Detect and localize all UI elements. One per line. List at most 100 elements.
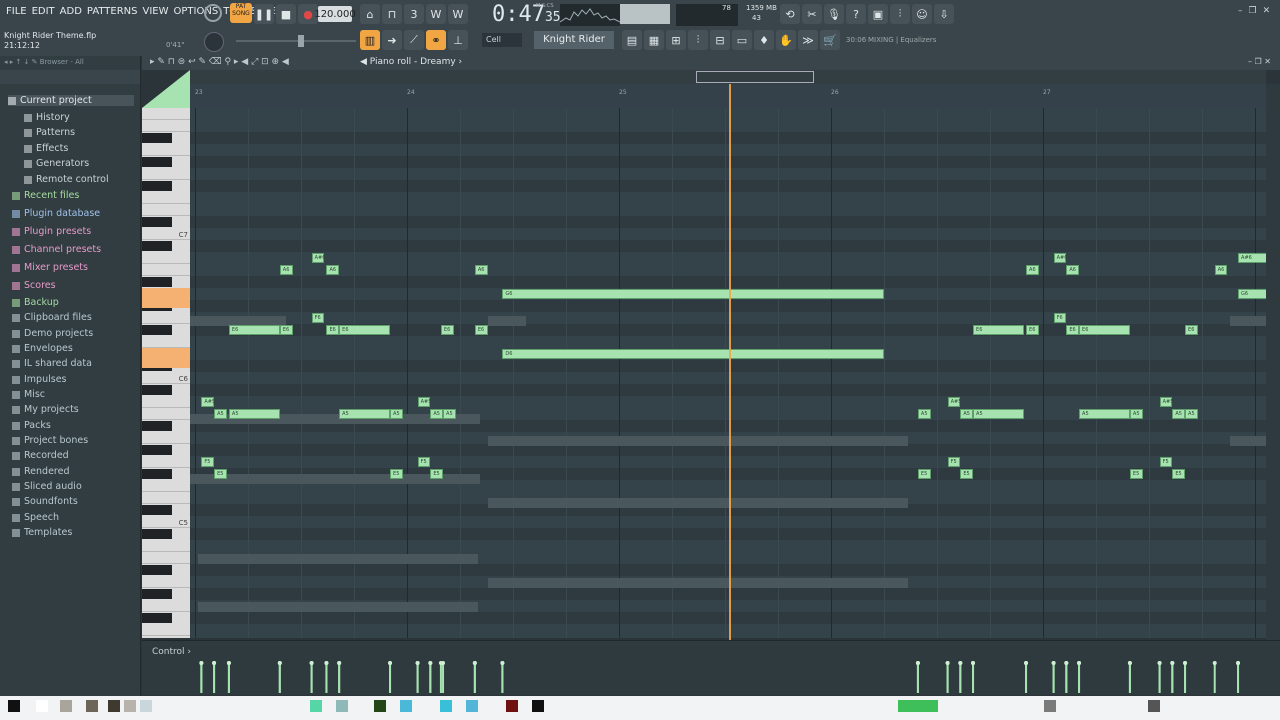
highlighted-key[interactable]	[142, 348, 190, 368]
plugin-picker-button[interactable]: ⊟	[710, 30, 730, 50]
note[interactable]: A#6	[1238, 253, 1266, 263]
close-icon[interactable]: ✕	[1263, 6, 1271, 16]
black-key[interactable]	[142, 505, 172, 515]
maximize-icon[interactable]: ❐	[1255, 57, 1262, 66]
pianoroll-window-button[interactable]: ⊞	[666, 30, 686, 50]
tempo-tapper-button[interactable]: ≫	[798, 30, 818, 50]
pat-song-toggle[interactable]: PAT SONG	[230, 3, 252, 23]
browser-item[interactable]: Speech	[12, 512, 59, 523]
note[interactable]: A5	[1129, 409, 1143, 419]
note[interactable]: A5	[1185, 409, 1198, 419]
note[interactable]: A#5	[417, 397, 431, 407]
countdown-button[interactable]: 3	[404, 4, 424, 24]
browser-item[interactable]: Scores	[12, 280, 56, 291]
black-key[interactable]	[142, 241, 172, 251]
note[interactable]: A6	[474, 265, 488, 275]
snap-selector[interactable]: Cell	[482, 33, 522, 47]
taskbar-app-icon[interactable]	[108, 700, 120, 712]
event-control-lane[interactable]: Control ›	[142, 640, 1280, 695]
note[interactable]: F5	[1159, 457, 1173, 467]
taskbar-app-icon[interactable]	[1044, 700, 1056, 712]
note[interactable]: A#5	[201, 397, 215, 407]
taskbar-app-icon[interactable]	[400, 700, 412, 712]
velocity-handle[interactable]	[1077, 661, 1082, 665]
note[interactable]: A#5	[947, 397, 961, 407]
note[interactable]: A6	[326, 265, 340, 275]
browser-item[interactable]: IL shared data	[12, 358, 92, 369]
note[interactable]: A5	[973, 409, 1024, 419]
channel-rack-button[interactable]: ▦	[644, 30, 664, 50]
note[interactable]: E5	[960, 469, 974, 479]
note[interactable]: E6	[1185, 325, 1198, 335]
time-ruler[interactable]: 23 24 25 26 27	[190, 84, 1266, 108]
shop-button[interactable]: 🛒	[820, 30, 840, 50]
tempo-display[interactable]: 120.000	[314, 6, 356, 22]
stamp-button[interactable]: ⊥	[448, 30, 468, 50]
cut-button[interactable]: ✂	[802, 4, 822, 24]
note[interactable]: F5	[417, 457, 431, 467]
loop-record-button[interactable]: W	[448, 4, 468, 24]
browser-item[interactable]: Misc	[12, 389, 45, 400]
note[interactable]: F6	[1053, 313, 1067, 323]
note[interactable]: E6	[326, 325, 340, 335]
velocity-handle[interactable]	[441, 661, 446, 665]
browser-item[interactable]: Current project	[8, 95, 134, 106]
velocity-handle[interactable]	[1051, 661, 1056, 665]
vertical-scrollbar[interactable]	[1266, 84, 1280, 640]
browser-item[interactable]: My projects	[12, 404, 79, 415]
browser-item[interactable]: Packs	[12, 420, 51, 431]
note[interactable]: A5	[1079, 409, 1130, 419]
close-icon[interactable]: ✕	[1264, 57, 1271, 66]
black-key[interactable]	[142, 529, 172, 539]
chat-button[interactable]: ☺	[912, 4, 932, 24]
note[interactable]: E5	[390, 469, 403, 479]
menu-patterns[interactable]: PATTERNS	[87, 6, 138, 17]
velocity-handle[interactable]	[415, 661, 420, 665]
velocity-handle[interactable]	[1024, 661, 1029, 665]
note[interactable]: A#6	[311, 253, 325, 263]
plugin-button[interactable]: ♦	[754, 30, 774, 50]
browser-item[interactable]: History	[24, 112, 70, 123]
note[interactable]: E6	[1079, 325, 1130, 335]
note[interactable]: A5	[228, 409, 280, 419]
velocity-handle[interactable]	[915, 661, 920, 665]
wait-input-button[interactable]: ⊓	[382, 4, 402, 24]
velocity-handle[interactable]	[958, 661, 963, 665]
note[interactable]: A5	[214, 409, 227, 419]
download-button[interactable]: ⇩	[934, 4, 954, 24]
stop-button[interactable]: ■	[276, 4, 296, 24]
note[interactable]: A5	[960, 409, 974, 419]
black-key[interactable]	[142, 385, 172, 395]
velocity-handle[interactable]	[226, 661, 231, 665]
note-color-swatch[interactable]	[142, 70, 190, 108]
browser-item[interactable]: Mixer presets	[12, 262, 88, 273]
black-key[interactable]	[142, 325, 172, 335]
taskbar-app-icon[interactable]	[124, 700, 136, 712]
browser-item[interactable]: Project bones	[12, 435, 88, 446]
menu-view[interactable]: VIEW	[143, 6, 169, 17]
velocity-handle[interactable]	[1157, 661, 1162, 665]
black-key[interactable]	[142, 277, 172, 287]
note[interactable]: E5	[1172, 469, 1186, 479]
pitch-knob[interactable]	[204, 32, 224, 52]
note[interactable]: A6	[1214, 265, 1228, 275]
velocity-handle[interactable]	[428, 661, 433, 665]
black-key[interactable]	[142, 613, 172, 623]
velocity-handle[interactable]	[337, 661, 342, 665]
step-edit-button[interactable]: W	[426, 4, 446, 24]
velocity-handle[interactable]	[309, 661, 314, 665]
black-key[interactable]	[142, 421, 172, 431]
taskbar-app-icon[interactable]	[532, 700, 544, 712]
taskbar-app-icon[interactable]	[898, 700, 938, 712]
note[interactable]: E6	[228, 325, 280, 335]
master-volume-knob[interactable]	[204, 4, 222, 22]
taskbar-app-icon[interactable]	[60, 700, 72, 712]
note[interactable]: A#6	[1053, 253, 1067, 263]
black-key[interactable]	[142, 589, 172, 599]
taskbar-app-icon[interactable]	[8, 700, 20, 712]
black-key[interactable]	[142, 469, 172, 479]
velocity-handle[interactable]	[388, 661, 393, 665]
browser-item[interactable]: Channel presets	[12, 244, 101, 255]
brush-button[interactable]: ⟋	[404, 30, 424, 50]
playlist-button[interactable]: ▤	[622, 30, 642, 50]
